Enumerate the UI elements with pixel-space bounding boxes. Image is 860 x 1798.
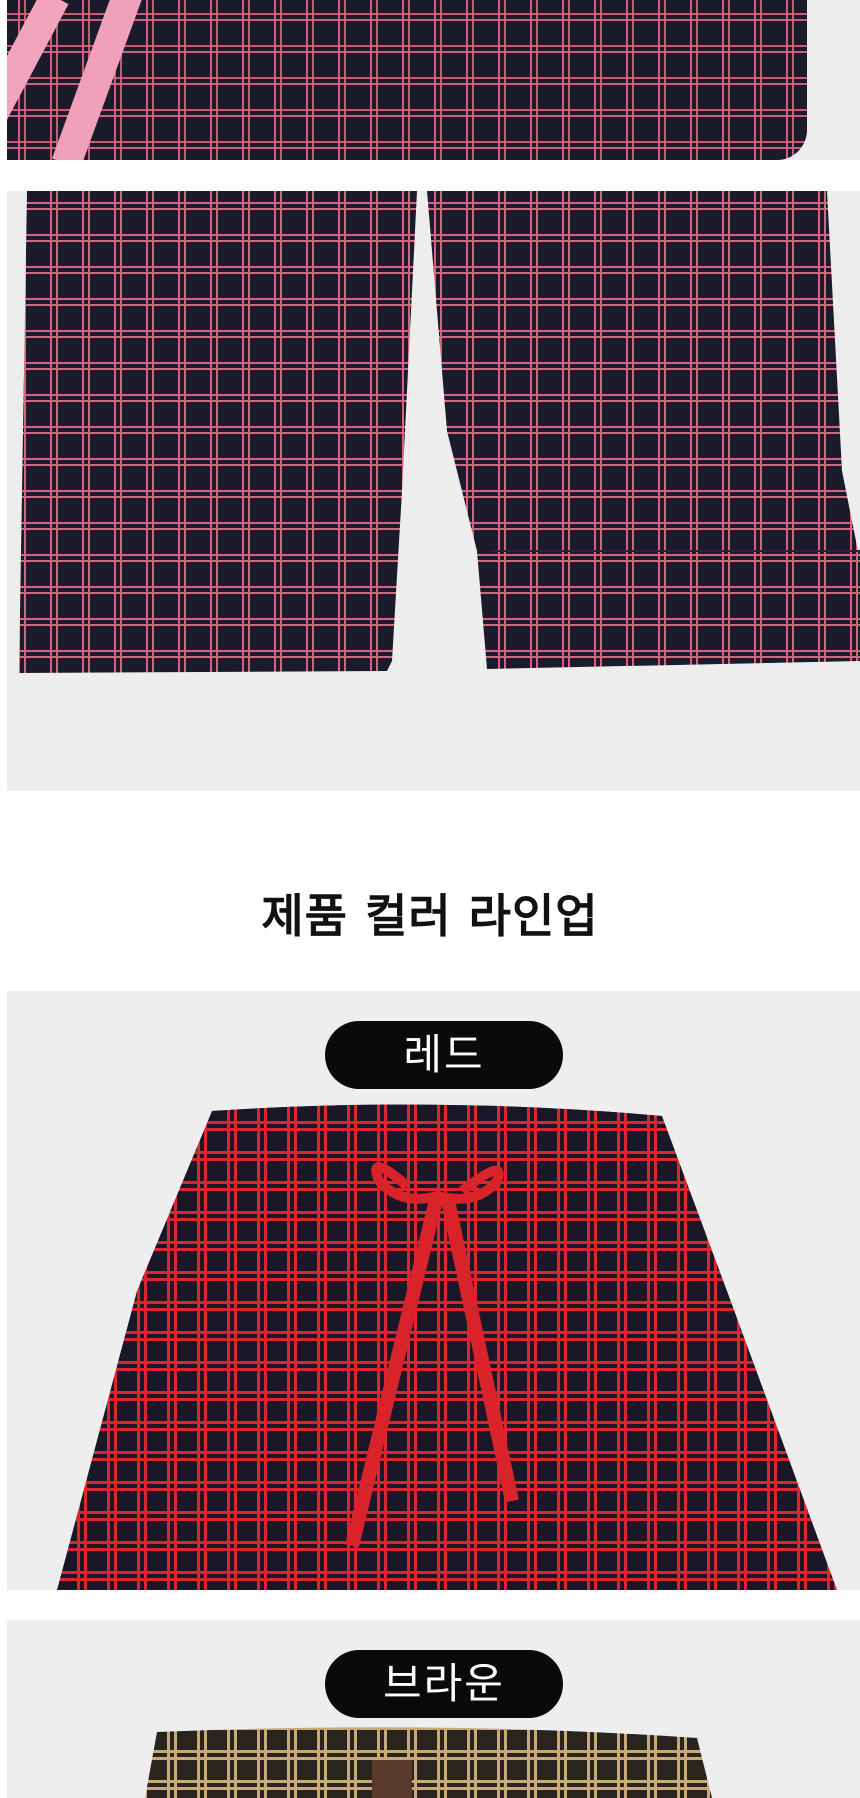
section-title: 제품 컬러 라인업	[261, 889, 599, 943]
pant-legs-photo	[7, 191, 860, 791]
red-variant-photo: 레드	[7, 991, 860, 1590]
pant-legs-shape	[19, 191, 860, 673]
color-badge-brown: 브라운	[325, 1650, 563, 1718]
brown-variant-photo: 브라운	[7, 1620, 860, 1798]
waist-detail-photo	[7, 0, 860, 160]
color-badge-red: 레드	[325, 1021, 563, 1089]
